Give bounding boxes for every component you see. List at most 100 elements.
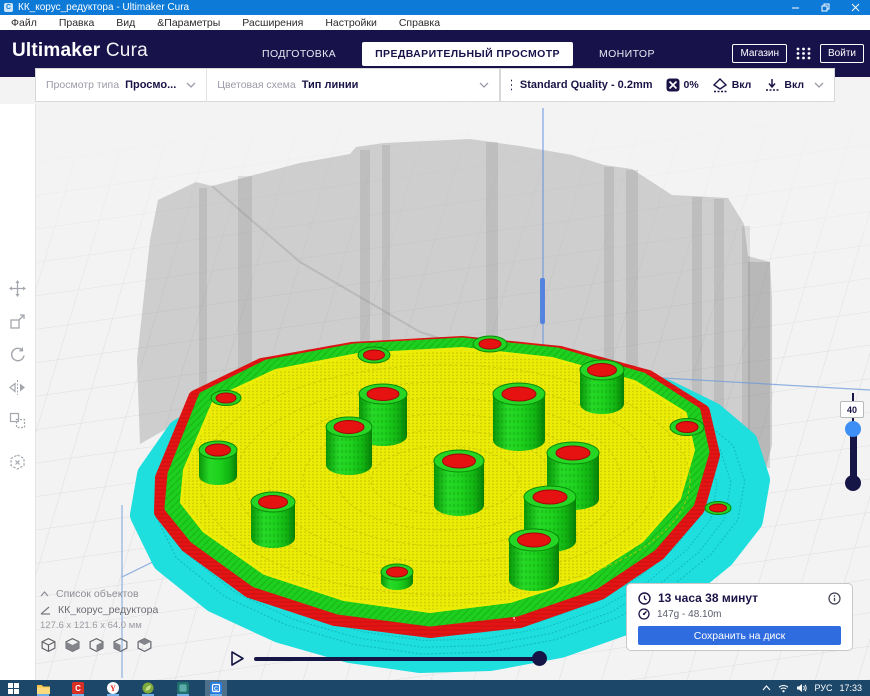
tray-expand-icon[interactable] (762, 685, 771, 691)
object-list-item[interactable]: КК_корус_редуктора (40, 604, 158, 616)
simulation-slider-track[interactable] (254, 657, 542, 661)
color-scheme-label: Цветовая схема (217, 79, 296, 91)
object-name: КК_корус_редуктора (58, 604, 159, 616)
support-icon (712, 77, 727, 92)
view-right-icon[interactable] (136, 637, 153, 654)
menu-parameters[interactable]: &Параметры (146, 17, 231, 29)
tab-prepare[interactable]: ПОДГОТОВКА (262, 48, 336, 60)
close-button[interactable] (840, 0, 870, 15)
menu-extensions[interactable]: Расширения (231, 17, 314, 29)
mirror-tool-icon[interactable] (9, 379, 26, 396)
red-c-app-icon: C (72, 682, 84, 694)
taskbar-cura[interactable]: C (205, 680, 227, 696)
folder-icon (36, 684, 50, 694)
sliders-icon (511, 79, 512, 91)
support-setting: Вкл (712, 77, 752, 93)
yandex-browser-icon: Y (107, 682, 119, 694)
view-toolbar: Просмотр типа Просмо... Цветовая схема Т… (35, 68, 500, 102)
taskbar-app-green[interactable] (137, 680, 159, 696)
menu-bar: Файл Правка Вид &Параметры Расширения На… (0, 15, 870, 30)
cura-app-icon: C (210, 682, 222, 694)
chevron-up-icon (40, 591, 49, 597)
teal-grid-app-icon (177, 682, 189, 694)
z-axis-handle (540, 278, 545, 324)
menu-file[interactable]: Файл (0, 17, 48, 29)
front-rim-boss (380, 563, 414, 590)
language-indicator[interactable]: РУС (814, 683, 832, 693)
start-button[interactable] (2, 680, 24, 696)
restore-button[interactable] (810, 0, 840, 15)
layer-value: 40 (846, 404, 857, 415)
clock-icon (638, 591, 651, 605)
view-top-icon[interactable] (88, 637, 105, 654)
network-wifi-icon[interactable] (778, 684, 789, 693)
app-icon: C (4, 3, 13, 12)
object-list-header[interactable]: Список объектов (40, 588, 158, 600)
view-type-dropdown[interactable]: Просмо... (125, 79, 176, 91)
layer-slider-top-handle[interactable] (845, 421, 861, 437)
view-3d-icon[interactable] (40, 637, 57, 654)
scale-tool-icon[interactable] (9, 313, 26, 330)
tab-monitor[interactable]: МОНИТОР (599, 48, 655, 60)
object-list-label: Список объектов (56, 588, 139, 600)
print-duration: 13 часа 38 минут (658, 591, 759, 605)
left-tool-strip (0, 104, 36, 680)
menu-help[interactable]: Справка (388, 17, 451, 29)
info-icon[interactable] (828, 591, 841, 605)
menu-view[interactable]: Вид (105, 17, 146, 29)
brand-light: Cura (105, 40, 148, 61)
taskbar-explorer[interactable] (32, 680, 54, 696)
chevron-down-icon (479, 82, 489, 88)
svg-text:Y: Y (110, 684, 116, 693)
tab-preview[interactable]: ПРЕДВАРИТЕЛЬНЫЙ ПРОСМОТР (362, 41, 573, 66)
move-tool-icon[interactable] (9, 280, 26, 297)
divider (206, 68, 208, 102)
brand-logo: Ultimaker Cura (12, 40, 148, 62)
layer-slider-bottom-handle[interactable] (845, 475, 861, 491)
view-left-icon[interactable] (112, 637, 129, 654)
object-dimensions: 127.6 x 121.6 x 64.0 мм (40, 620, 142, 631)
close-icon (851, 3, 859, 12)
volume-icon[interactable] (796, 683, 808, 693)
simulation-slider-handle[interactable] (532, 651, 547, 666)
windows-taskbar: C Y C РУС 17:33 (0, 680, 870, 696)
taskbar-app-teal[interactable] (172, 680, 194, 696)
print-job-summary-card: 13 часа 38 минут 147g - 48.10m Сохранить… (626, 583, 853, 651)
play-button[interactable] (230, 650, 245, 667)
restore-icon (821, 3, 829, 12)
svg-text:C: C (75, 684, 81, 693)
save-to-disk-button[interactable]: Сохранить на диск (638, 626, 841, 645)
color-scheme-dropdown[interactable]: Тип линии (302, 79, 359, 91)
adhesion-setting: Вкл (764, 78, 804, 93)
object-list-panel: Список объектов КК_корус_редуктора 127.6… (40, 588, 158, 654)
per-model-settings-icon[interactable] (9, 412, 26, 429)
view-type-label: Просмотр типа (46, 79, 120, 91)
rotate-tool-icon[interactable] (9, 346, 26, 363)
marketplace-button[interactable]: Магазин (732, 44, 788, 63)
support-value: Вкл (731, 79, 752, 91)
taskbar-clock[interactable]: 17:33 (839, 683, 862, 693)
apps-grid-icon[interactable] (795, 45, 812, 62)
infill-setting: 0% (666, 78, 699, 92)
menu-preferences[interactable]: Настройки (314, 17, 388, 29)
view-front-icon[interactable] (64, 637, 81, 654)
brand-bold: Ultimaker (12, 40, 101, 61)
system-tray: РУС 17:33 (762, 683, 862, 693)
svg-text:C: C (214, 687, 218, 693)
support-blocker-icon[interactable] (9, 454, 26, 471)
minimize-icon (791, 7, 799, 9)
infill-value: 0% (683, 79, 699, 91)
print-settings-panel[interactable]: Standard Quality - 0.2mm 0% Вкл Вкл (500, 68, 835, 102)
minimize-button[interactable] (780, 0, 810, 15)
adhesion-value: Вкл (784, 79, 804, 91)
chevron-down-icon (186, 82, 196, 88)
window-titlebar: C КК_корус_редуктора - Ultimaker Cura (0, 0, 870, 15)
menu-edit[interactable]: Правка (48, 17, 105, 29)
windows-logo-icon (7, 682, 19, 694)
material-usage: 147g - 48.10m (657, 608, 722, 620)
signin-button[interactable]: Войти (820, 44, 864, 63)
adhesion-icon (766, 78, 779, 91)
taskbar-yandex-browser[interactable]: Y (102, 680, 124, 696)
ruler-icon (40, 606, 50, 615)
taskbar-app-red[interactable]: C (67, 680, 89, 696)
